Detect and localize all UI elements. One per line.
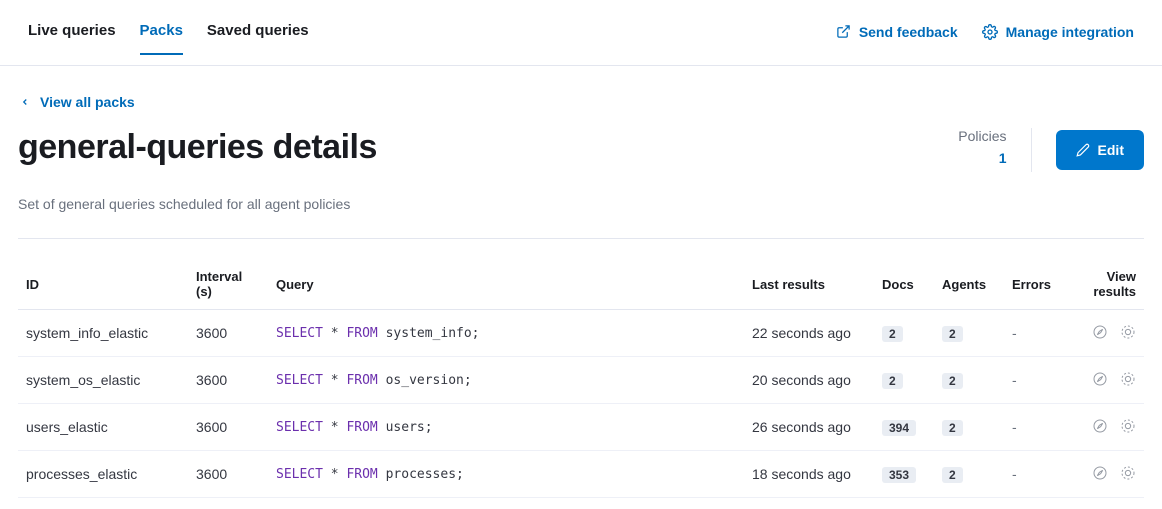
queries-table-wrap: ID Interval (s) Query Last results Docs … xyxy=(0,239,1162,498)
header-right: Policies 1 Edit xyxy=(958,128,1144,172)
page-title: general-queries details xyxy=(18,128,377,167)
table-row: system_info_elastic3600SELECT * FROM sys… xyxy=(18,310,1144,357)
col-errors[interactable]: Errors xyxy=(1004,259,1064,310)
cell-view-results xyxy=(1064,357,1144,404)
lens-icon[interactable] xyxy=(1118,465,1136,483)
cell-id: users_elastic xyxy=(18,404,188,451)
table-row: system_os_elastic3600SELECT * FROM os_ve… xyxy=(18,357,1144,404)
cell-id: system_info_elastic xyxy=(18,310,188,357)
header-area: View all packs general-queries details P… xyxy=(18,66,1144,239)
col-docs[interactable]: Docs xyxy=(874,259,934,310)
queries-table: ID Interval (s) Query Last results Docs … xyxy=(18,259,1144,498)
cell-agents: 2 xyxy=(934,357,1004,404)
cell-agents: 2 xyxy=(934,404,1004,451)
cell-query: SELECT * FROM system_info; xyxy=(268,310,744,357)
col-interval[interactable]: Interval (s) xyxy=(188,259,268,310)
cell-errors: - xyxy=(1004,451,1064,498)
cell-last-results: 22 seconds ago xyxy=(744,310,874,357)
agents-badge: 2 xyxy=(942,373,963,389)
col-id[interactable]: ID xyxy=(18,259,188,310)
tab-live-queries[interactable]: Live queries xyxy=(28,22,116,55)
cell-errors: - xyxy=(1004,357,1064,404)
nav-actions: Send feedback Manage integration xyxy=(836,24,1134,54)
cell-errors: - xyxy=(1004,310,1064,357)
manage-integration-label: Manage integration xyxy=(1006,24,1134,40)
cell-query: SELECT * FROM users; xyxy=(268,404,744,451)
popout-icon xyxy=(836,24,851,39)
cell-docs: 2 xyxy=(874,310,934,357)
cell-id: processes_elastic xyxy=(18,451,188,498)
cell-query: SELECT * FROM processes; xyxy=(268,451,744,498)
discover-icon[interactable] xyxy=(1090,371,1108,389)
cell-query: SELECT * FROM os_version; xyxy=(268,357,744,404)
lens-icon[interactable] xyxy=(1118,371,1136,389)
discover-icon[interactable] xyxy=(1090,418,1108,436)
col-agents[interactable]: Agents xyxy=(934,259,1004,310)
cell-interval: 3600 xyxy=(188,451,268,498)
back-link-label: View all packs xyxy=(40,94,135,110)
col-view-results: View results xyxy=(1064,259,1144,310)
lens-icon[interactable] xyxy=(1118,324,1136,342)
cell-agents: 2 xyxy=(934,451,1004,498)
discover-icon[interactable] xyxy=(1090,465,1108,483)
back-link[interactable]: View all packs xyxy=(20,94,135,110)
cell-docs: 394 xyxy=(874,404,934,451)
cell-view-results xyxy=(1064,310,1144,357)
tabs: Live queries Packs Saved queries xyxy=(28,22,309,55)
tab-packs[interactable]: Packs xyxy=(140,22,183,55)
cell-last-results: 20 seconds ago xyxy=(744,357,874,404)
docs-badge: 2 xyxy=(882,373,903,389)
edit-button-label: Edit xyxy=(1098,142,1124,158)
page-description: Set of general queries scheduled for all… xyxy=(18,196,1144,212)
docs-badge: 394 xyxy=(882,420,916,436)
cell-interval: 3600 xyxy=(188,357,268,404)
cell-docs: 353 xyxy=(874,451,934,498)
policies-stat: Policies 1 xyxy=(958,128,1031,172)
agents-badge: 2 xyxy=(942,420,963,436)
gear-icon xyxy=(982,24,998,40)
send-feedback-label: Send feedback xyxy=(859,24,958,40)
docs-badge: 2 xyxy=(882,326,903,342)
cell-docs: 2 xyxy=(874,357,934,404)
cell-agents: 2 xyxy=(934,310,1004,357)
top-nav: Live queries Packs Saved queries Send fe… xyxy=(0,0,1162,66)
cell-id: system_os_elastic xyxy=(18,357,188,404)
cell-last-results: 18 seconds ago xyxy=(744,451,874,498)
tab-saved-queries[interactable]: Saved queries xyxy=(207,22,309,55)
edit-button[interactable]: Edit xyxy=(1056,130,1144,170)
agents-badge: 2 xyxy=(942,467,963,483)
lens-icon[interactable] xyxy=(1118,418,1136,436)
col-query[interactable]: Query xyxy=(268,259,744,310)
policies-label: Policies xyxy=(958,128,1006,144)
manage-integration-link[interactable]: Manage integration xyxy=(982,24,1134,40)
cell-view-results xyxy=(1064,451,1144,498)
cell-last-results: 26 seconds ago xyxy=(744,404,874,451)
cell-errors: - xyxy=(1004,404,1064,451)
discover-icon[interactable] xyxy=(1090,324,1108,342)
cell-view-results xyxy=(1064,404,1144,451)
chevron-left-icon xyxy=(20,97,30,107)
table-row: processes_elastic3600SELECT * FROM proce… xyxy=(18,451,1144,498)
table-row: users_elastic3600SELECT * FROM users;26 … xyxy=(18,404,1144,451)
agents-badge: 2 xyxy=(942,326,963,342)
docs-badge: 353 xyxy=(882,467,916,483)
cell-interval: 3600 xyxy=(188,404,268,451)
send-feedback-link[interactable]: Send feedback xyxy=(836,24,958,40)
policies-count[interactable]: 1 xyxy=(958,150,1006,166)
col-last-results[interactable]: Last results xyxy=(744,259,874,310)
cell-interval: 3600 xyxy=(188,310,268,357)
pencil-icon xyxy=(1076,143,1090,157)
